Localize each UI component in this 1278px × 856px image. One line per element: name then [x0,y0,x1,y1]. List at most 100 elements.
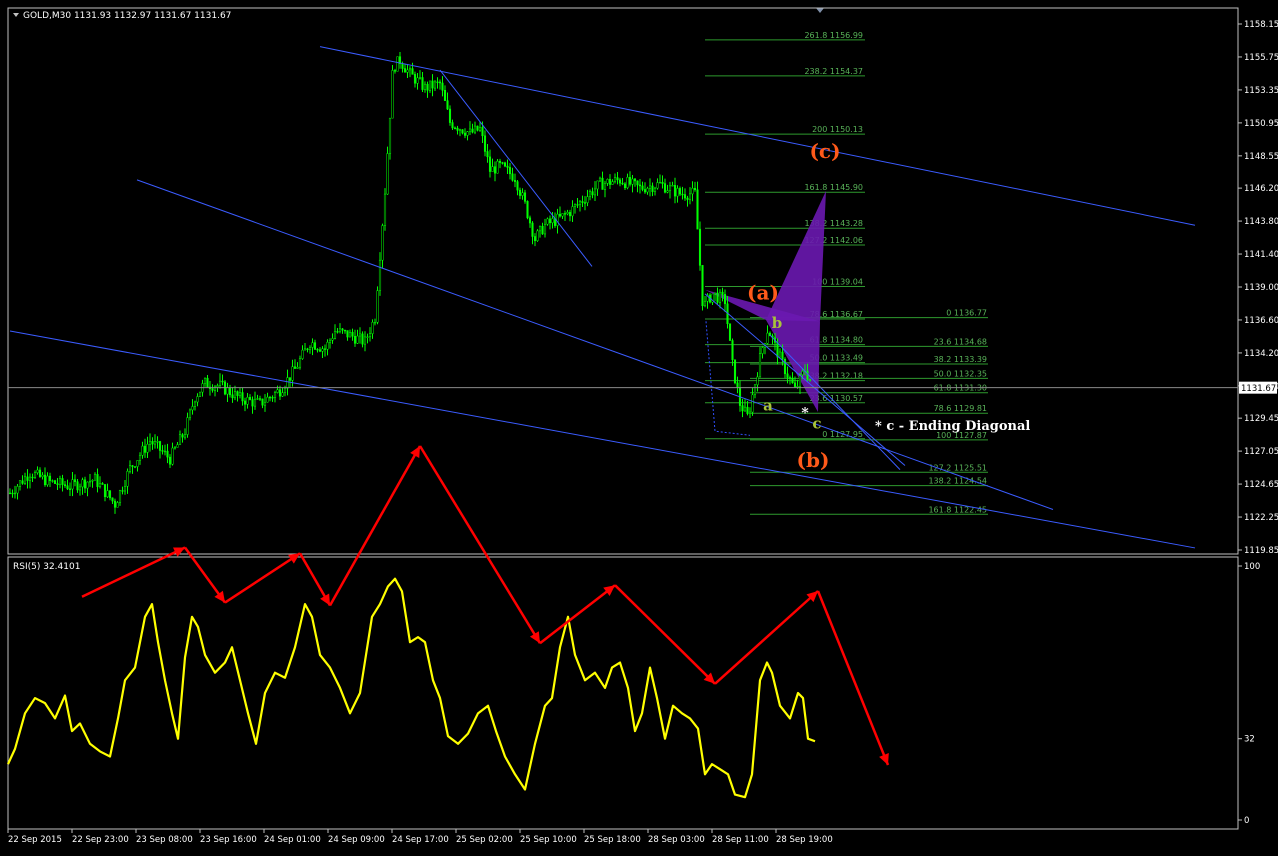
candle-body [401,63,404,69]
candle-body [758,353,762,378]
candle-body [743,406,747,412]
candle-body [603,183,607,190]
candle-body [746,406,749,414]
candle-body [483,135,487,152]
candle-body [493,166,497,174]
candle-body [133,466,137,468]
time-axis-label: 22 Sep 23:00 [72,835,129,845]
candle-body [428,80,432,91]
candle-body [786,373,789,378]
wave-label: c [812,414,821,432]
candle-body [66,485,69,490]
candle-body [421,77,424,90]
candle-body [41,474,44,477]
price-axis-label: 1122.25 [1244,513,1278,523]
candle-body [298,358,302,368]
candle-body [588,191,592,197]
candle-body [138,455,142,461]
candle-body [476,125,479,131]
candle-body [101,483,104,485]
price-axis-label: 1153.35 [1244,86,1278,96]
candle-body [463,132,467,136]
candle-body [78,486,82,491]
candle-body [508,167,512,175]
candle-body [658,181,662,184]
rsi-axis-label: 32 [1244,735,1255,745]
candle-body [411,68,414,75]
candle-body [611,181,614,185]
candle-body [253,398,257,407]
time-axis-label: 24 Sep 01:00 [264,835,321,845]
candle-body [488,156,492,172]
candle-body [666,190,669,193]
candle-body [288,377,292,381]
candle-body [113,500,117,508]
candle-body [158,441,162,451]
candle-body [266,396,269,403]
candle-body [263,401,267,406]
candle-body [531,222,534,237]
candle-body [481,127,484,137]
candle-body [368,333,372,338]
candle-body [521,192,524,196]
chart-canvas[interactable]: 261.8 1156.99 238.2 1154.37 200 1150.13 161… [0,0,1278,852]
candle-body [118,490,122,503]
price-axis-label: 1150.95 [1244,119,1278,129]
wave-label: (b) [797,448,830,472]
candle-body [178,434,182,445]
candle-body [586,196,589,203]
candle-body [808,379,812,381]
candle-body [796,386,799,388]
candle-body [506,165,509,168]
candle-body [46,475,49,486]
candle-body [111,497,114,502]
candle-body [596,180,599,190]
candle-body [301,349,304,359]
wave-label: * [801,405,809,421]
candle-body [123,486,127,492]
candle-body [446,100,449,110]
candle-body [503,162,507,167]
candle-body [31,476,34,479]
candle-body [361,333,364,345]
candle-body [191,406,194,411]
fib-b-level-label: 138.2 1124.54 [928,477,987,486]
candle-body [441,82,444,91]
candle-body [371,322,374,334]
price-axis-label: 1148.55 [1244,152,1278,162]
candle-body [58,478,62,485]
candle-body [651,185,654,192]
rsi-axis-label: 0 [1244,816,1249,826]
price-axis-label: 1136.60 [1244,316,1278,326]
price-axis-label: 1119.85 [1244,546,1278,556]
candle-body [613,177,617,182]
mt4-chart-window[interactable]: 261.8 1156.99 238.2 1154.37 200 1150.13 161… [0,0,1278,852]
candle-body [281,392,284,397]
candle-body [186,417,189,435]
candle-body [671,185,674,187]
candle-body [598,177,602,182]
candle-body [283,387,287,393]
candle-body [173,447,177,449]
candle-body [543,223,547,235]
candle-body [151,441,154,445]
candle-body [668,185,672,191]
candle-body [333,331,337,339]
candle-body [458,129,462,131]
candle-body [548,218,552,224]
candle-body [753,384,757,396]
candle-body [323,348,327,350]
candle-body [561,213,564,217]
candle-body [193,401,197,407]
candle-body [271,397,274,399]
candle-body [748,411,752,414]
candle-body [751,394,754,413]
candle-body [473,125,477,133]
candle-body [646,188,649,193]
candle-body [733,359,737,384]
candle-body [541,225,544,235]
candle-body [728,323,732,341]
candle-body [8,492,12,495]
candle-body [53,480,57,484]
candle-body [16,486,19,494]
